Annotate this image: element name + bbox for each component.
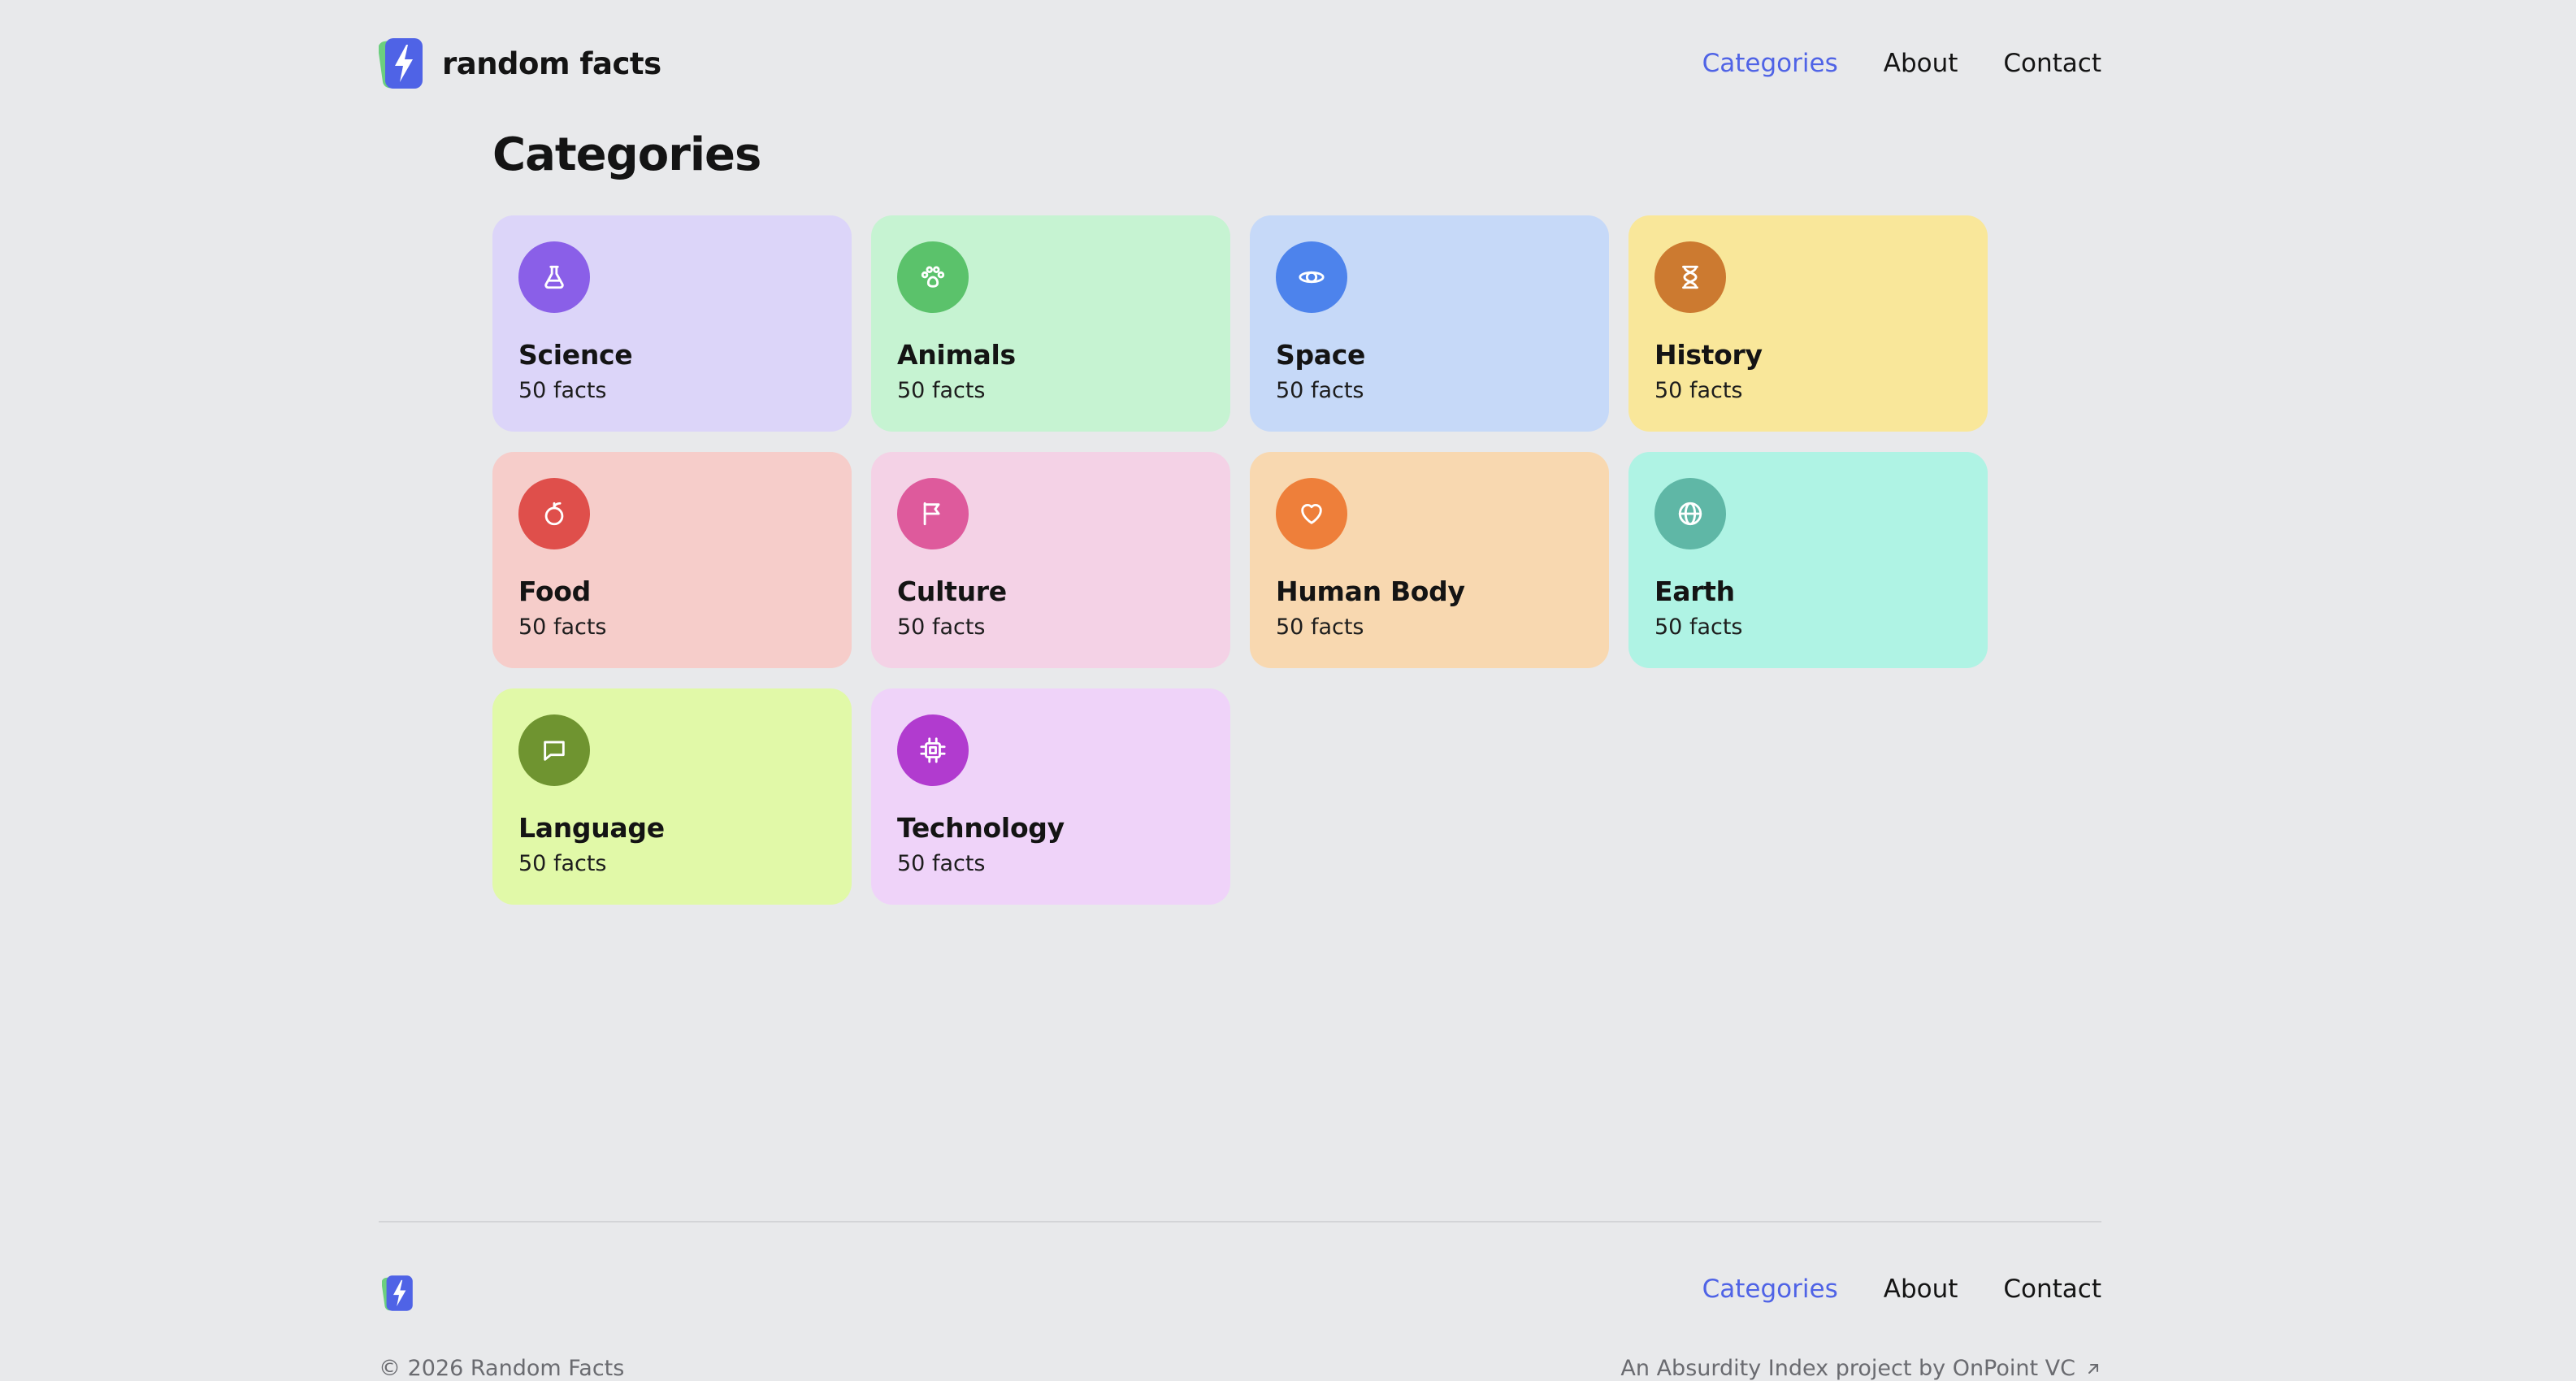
category-name: Food xyxy=(518,575,591,607)
category-card-earth[interactable]: Earth 50 facts xyxy=(1628,452,1988,668)
category-count: 50 facts xyxy=(518,378,607,403)
header-nav: Categories About Contact xyxy=(1702,49,2101,78)
apple-icon xyxy=(518,478,590,549)
category-name: Animals xyxy=(897,339,1016,371)
category-name: Earth xyxy=(1654,575,1735,607)
footer-link-categories[interactable]: Categories xyxy=(1702,1275,1838,1304)
flag-icon xyxy=(897,478,969,549)
external-link-icon xyxy=(2088,1363,2098,1374)
category-name: Human Body xyxy=(1276,575,1465,607)
nav-link-categories[interactable]: Categories xyxy=(1702,49,1838,78)
brand-link[interactable]: random facts xyxy=(379,37,661,90)
credit-text: An Absurdity Index project by OnPoint VC xyxy=(1620,1356,2075,1381)
globe-icon xyxy=(1654,478,1726,549)
heart-icon xyxy=(1276,478,1347,549)
lightning-logo-icon xyxy=(379,37,427,90)
page-title: Categories xyxy=(492,128,761,181)
category-card-language[interactable]: Language 50 facts xyxy=(492,688,852,905)
category-count: 50 facts xyxy=(1654,378,1743,403)
category-card-history[interactable]: History 50 facts xyxy=(1628,215,1988,432)
category-grid: Science 50 facts Animals 50 facts Space … xyxy=(492,215,1988,905)
category-card-human-body[interactable]: Human Body 50 facts xyxy=(1250,452,1609,668)
category-name: Science xyxy=(518,339,633,371)
category-count: 50 facts xyxy=(1276,615,1364,640)
flask-icon xyxy=(518,241,590,313)
footer-link-contact[interactable]: Contact xyxy=(2003,1275,2101,1304)
category-count: 50 facts xyxy=(897,615,986,640)
nav-link-contact[interactable]: Contact xyxy=(2003,49,2101,78)
category-card-culture[interactable]: Culture 50 facts xyxy=(871,452,1230,668)
category-name: Space xyxy=(1276,339,1366,371)
category-count: 50 facts xyxy=(1654,615,1743,640)
category-count: 50 facts xyxy=(518,851,607,876)
category-name: Culture xyxy=(897,575,1007,607)
speech-bubble-icon xyxy=(518,714,590,786)
category-card-technology[interactable]: Technology 50 facts xyxy=(871,688,1230,905)
category-card-food[interactable]: Food 50 facts xyxy=(492,452,852,668)
paw-icon xyxy=(897,241,969,313)
credit-link[interactable]: An Absurdity Index project by OnPoint VC xyxy=(1620,1356,2101,1381)
nav-link-about[interactable]: About xyxy=(1884,49,1958,78)
site-header: random facts Categories About Contact xyxy=(379,36,2101,91)
brand-name: random facts xyxy=(442,46,661,81)
category-card-space[interactable]: Space 50 facts xyxy=(1250,215,1609,432)
hourglass-icon xyxy=(1654,241,1726,313)
category-name: Technology xyxy=(897,812,1065,844)
planet-icon xyxy=(1276,241,1347,313)
category-name: Language xyxy=(518,812,665,844)
category-card-animals[interactable]: Animals 50 facts xyxy=(871,215,1230,432)
category-name: History xyxy=(1654,339,1763,371)
footer-lightning-logo-icon[interactable] xyxy=(382,1274,416,1313)
category-count: 50 facts xyxy=(518,615,607,640)
footer-link-about[interactable]: About xyxy=(1884,1275,1958,1304)
category-count: 50 facts xyxy=(897,851,986,876)
footer-divider xyxy=(379,1221,2101,1222)
category-card-science[interactable]: Science 50 facts xyxy=(492,215,852,432)
category-count: 50 facts xyxy=(1276,378,1364,403)
chip-icon xyxy=(897,714,969,786)
copyright-text: © 2026 Random Facts xyxy=(379,1356,625,1381)
footer-nav: Categories About Contact xyxy=(1702,1275,2101,1304)
category-count: 50 facts xyxy=(897,378,986,403)
